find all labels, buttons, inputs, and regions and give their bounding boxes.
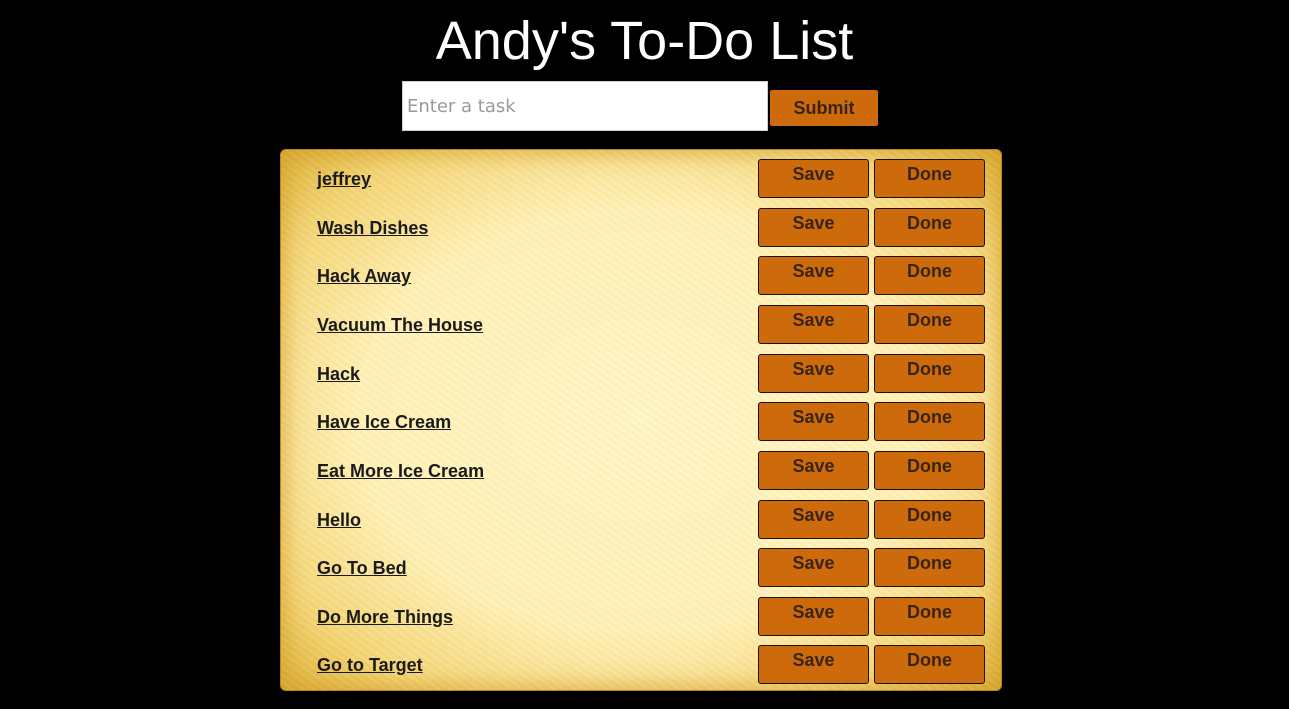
save-button[interactable]: Save: [758, 500, 869, 539]
page: Andy's To-Do List Submit jeffrey Save Do…: [0, 0, 1289, 709]
task-link[interactable]: Eat More Ice Cream: [317, 461, 484, 482]
task-row: Wash Dishes Save Done: [281, 208, 1001, 248]
task-link[interactable]: Have Ice Cream: [317, 412, 451, 433]
save-button[interactable]: Save: [758, 354, 869, 393]
save-button[interactable]: Save: [758, 451, 869, 490]
task-row: Do More Things Save Done: [281, 597, 1001, 637]
task-form: Submit: [402, 81, 882, 131]
save-button[interactable]: Save: [758, 402, 869, 441]
task-link[interactable]: Go to Target: [317, 655, 423, 676]
save-button[interactable]: Save: [758, 159, 869, 198]
save-button[interactable]: Save: [758, 597, 869, 636]
task-link[interactable]: jeffrey: [317, 169, 371, 190]
task-row: Have Ice Cream Save Done: [281, 402, 1001, 442]
done-button[interactable]: Done: [874, 597, 985, 636]
done-button[interactable]: Done: [874, 451, 985, 490]
task-row: Hack Save Done: [281, 354, 1001, 394]
task-link[interactable]: Hello: [317, 510, 361, 531]
task-row: jeffrey Save Done: [281, 159, 1001, 199]
save-button[interactable]: Save: [758, 208, 869, 247]
task-row: Hack Away Save Done: [281, 256, 1001, 296]
task-row: Go To Bed Save Done: [281, 548, 1001, 588]
task-link[interactable]: Hack Away: [317, 266, 411, 287]
task-list: jeffrey Save Done Wash Dishes Save Done …: [280, 149, 1002, 691]
done-button[interactable]: Done: [874, 256, 985, 295]
done-button[interactable]: Done: [874, 208, 985, 247]
done-button[interactable]: Done: [874, 645, 985, 684]
save-button[interactable]: Save: [758, 645, 869, 684]
task-link[interactable]: Go To Bed: [317, 558, 407, 579]
save-button[interactable]: Save: [758, 256, 869, 295]
task-link[interactable]: Wash Dishes: [317, 218, 428, 239]
task-input[interactable]: [402, 81, 768, 131]
task-row: Go to Target Save Done: [281, 645, 1001, 685]
submit-button[interactable]: Submit: [770, 90, 878, 126]
done-button[interactable]: Done: [874, 500, 985, 539]
done-button[interactable]: Done: [874, 402, 985, 441]
task-link[interactable]: Hack: [317, 364, 360, 385]
save-button[interactable]: Save: [758, 305, 869, 344]
done-button[interactable]: Done: [874, 159, 985, 198]
task-row: Hello Save Done: [281, 500, 1001, 540]
done-button[interactable]: Done: [874, 305, 985, 344]
save-button[interactable]: Save: [758, 548, 869, 587]
page-title: Andy's To-Do List: [435, 11, 854, 71]
task-link[interactable]: Vacuum The House: [317, 315, 483, 336]
task-link[interactable]: Do More Things: [317, 607, 453, 628]
done-button[interactable]: Done: [874, 354, 985, 393]
task-row: Vacuum The House Save Done: [281, 305, 1001, 345]
task-row: Eat More Ice Cream Save Done: [281, 451, 1001, 491]
done-button[interactable]: Done: [874, 548, 985, 587]
